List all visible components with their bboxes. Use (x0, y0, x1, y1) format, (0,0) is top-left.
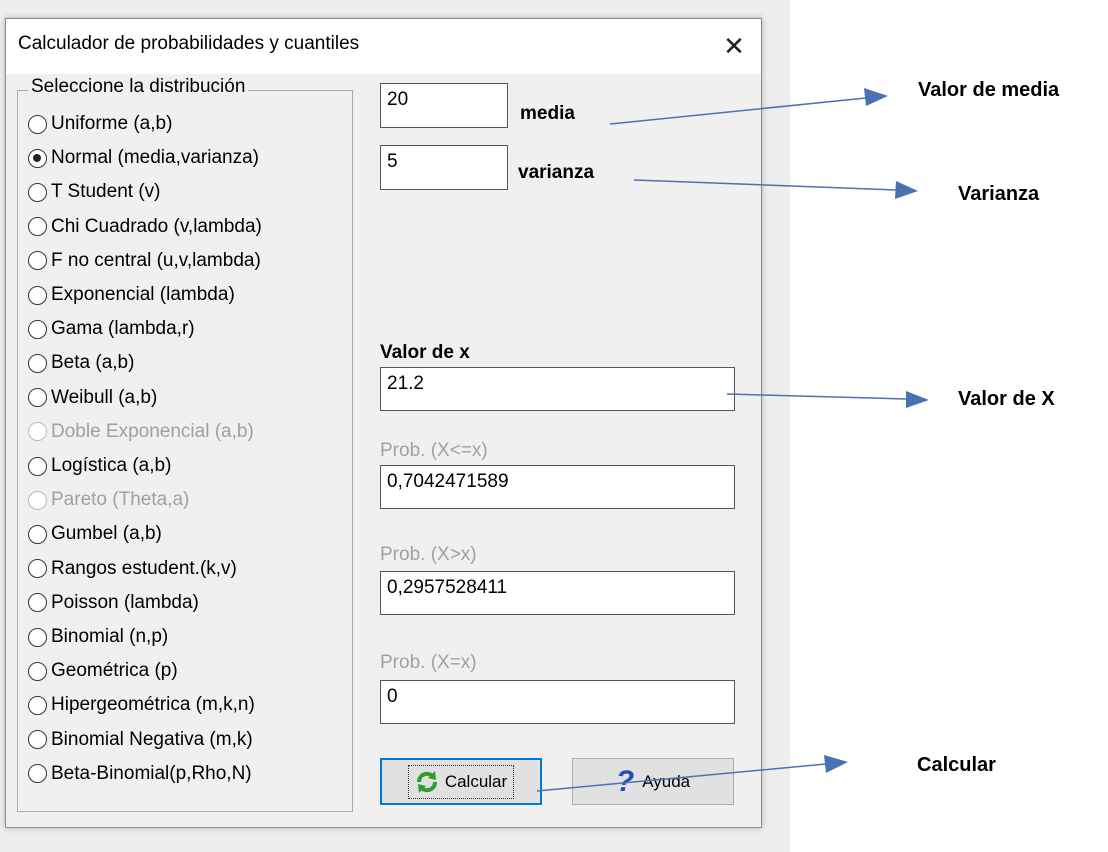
arrow-varianza (633, 179, 918, 199)
annotation-arrows (536, 88, 929, 792)
arrow-valor-x (726, 391, 929, 408)
arrow-calcular (536, 755, 848, 792)
arrow-media (609, 88, 888, 125)
